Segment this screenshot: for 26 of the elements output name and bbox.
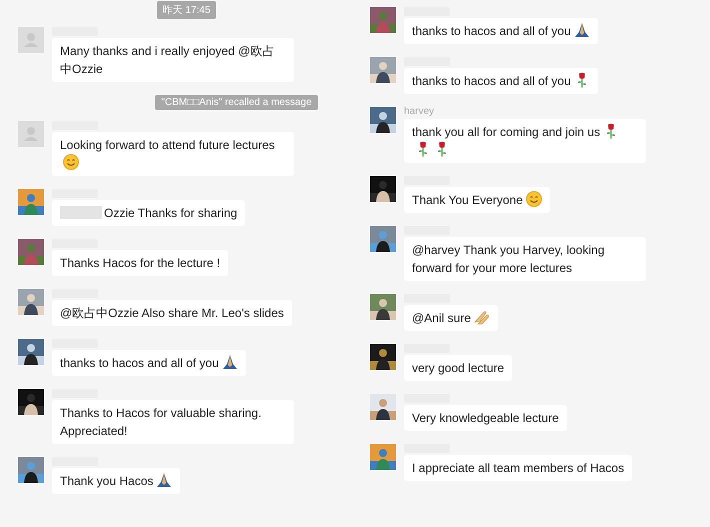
message-bubble: @Anil sure xyxy=(404,305,498,331)
message-bubble: Ozzie Thanks for sharing xyxy=(52,200,246,226)
message-bubble: Thank You Everyone xyxy=(404,187,550,213)
message-bubble: Thanks to Hacos for valuable sharing. Appreciated! xyxy=(52,400,294,444)
message-bubble: Thanks Hacos for the lecture ! xyxy=(52,250,228,276)
message-bubble: @欧占中Ozzie Also share Mr. Leo's slides xyxy=(52,300,292,326)
timestamp: 昨天 17:45 xyxy=(156,1,216,19)
message-bubble: thank you all for coming and join us xyxy=(404,119,646,163)
praying-hands-icon xyxy=(156,472,172,488)
message-bubble: @harvey Thank you Harvey, looking forward for your more lectures xyxy=(404,237,646,281)
smiley-icon xyxy=(526,191,542,207)
message-bubble: I appreciate all team members of Hacos xyxy=(404,455,632,481)
message-bubble: Thank you Hacos xyxy=(52,468,180,494)
message-bubble: thanks to hacos and all of you xyxy=(52,350,246,376)
message-bubble: very good lecture xyxy=(404,355,512,381)
message-bubble: thanks to hacos and all of you xyxy=(404,68,598,94)
praying-hands-icon xyxy=(222,354,238,370)
message-bubble: thanks to hacos and all of you xyxy=(404,18,598,44)
message-bubble: Looking forward to attend future lectures xyxy=(52,132,294,176)
recall-notice: "CBM□□Anis" recalled a message xyxy=(155,95,318,110)
message-bubble: Very knowledgeable lecture xyxy=(404,405,567,431)
sender-name: harvey xyxy=(404,107,434,117)
praying-hands-icon xyxy=(574,22,590,38)
smiley-icon xyxy=(63,154,79,170)
message-bubble: Many thanks and i really enjoyed @欧占中Ozzie xyxy=(52,38,294,82)
hand-icon xyxy=(474,309,490,325)
